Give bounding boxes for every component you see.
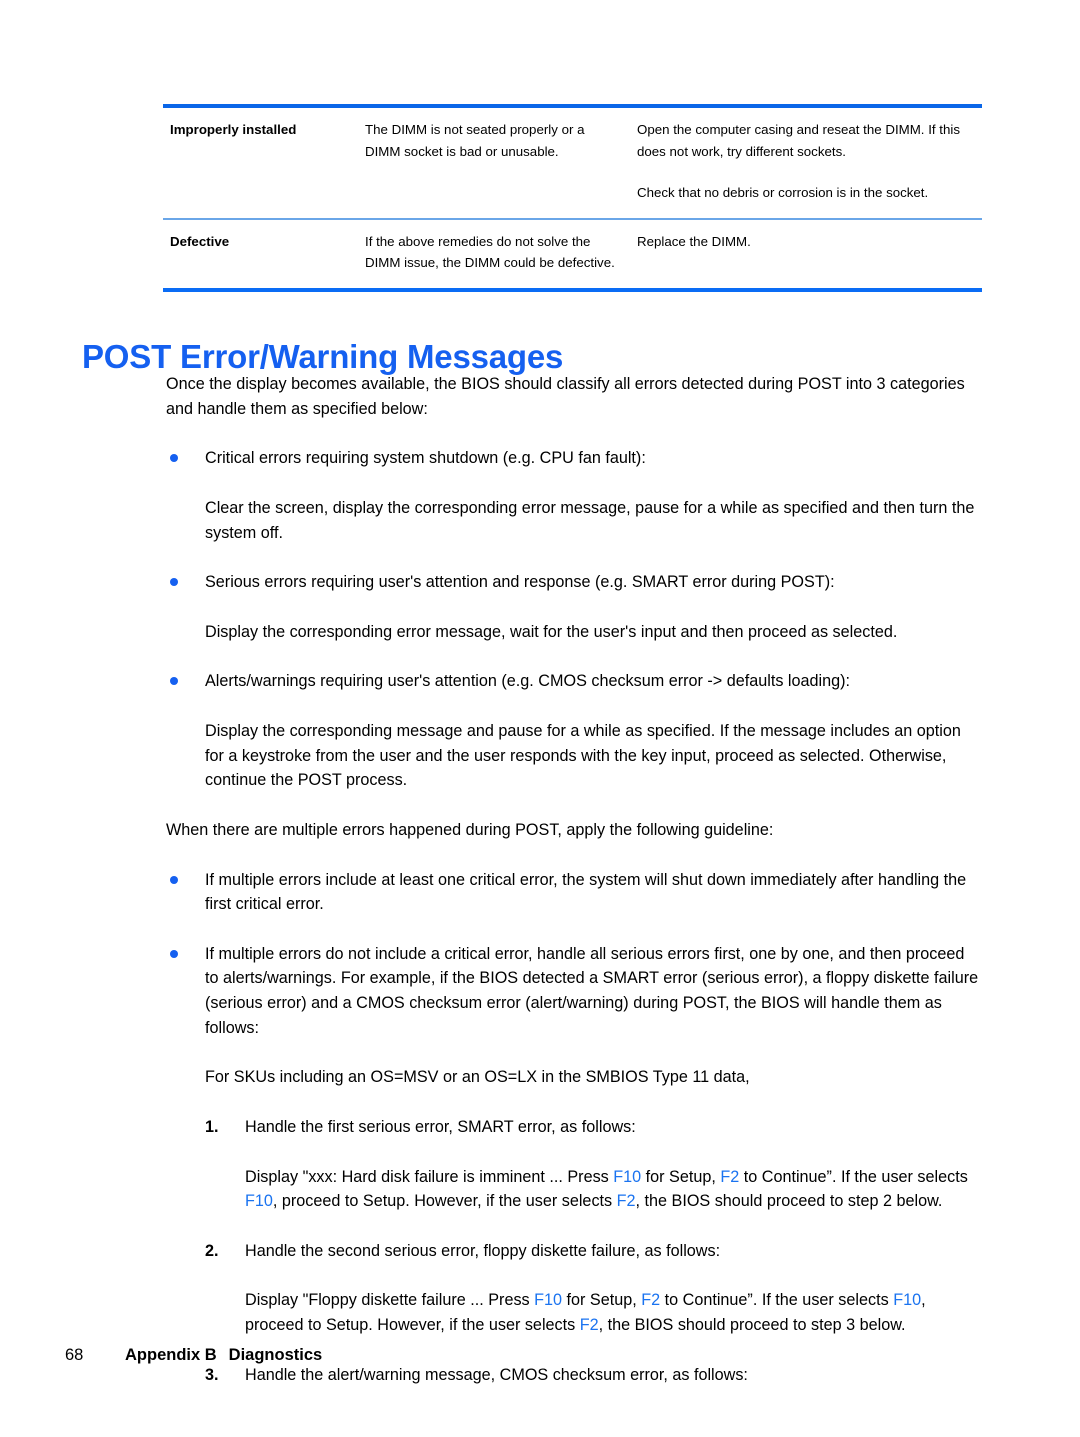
table-row: Improperly installed The DIMM is not sea… [163, 108, 982, 218]
footer-page-number: 68 [65, 1346, 84, 1364]
list-item-label: Handle the first serious error, SMART er… [245, 1117, 636, 1136]
intro-paragraph: Once the display becomes available, the … [166, 375, 965, 418]
list-item-label: Critical errors requiring system shutdow… [205, 449, 646, 468]
bullet-dot-icon [170, 454, 178, 463]
text-run: , the BIOS should proceed to step 3 belo… [598, 1316, 906, 1334]
text-run: , proceed to Setup. However, if the user… [272, 1192, 617, 1211]
list-item-label: Handle the alert/warning message, CMOS c… [245, 1365, 748, 1384]
footer-chapter: Diagnostics [228, 1346, 323, 1364]
function-key-reference: F10 [613, 1167, 642, 1186]
bullet-dot-icon [170, 949, 178, 958]
bullet-dot-icon [170, 875, 178, 884]
function-key-reference: F2 [579, 1316, 599, 1334]
step-detail: Display "Floppy diskette failure ... Pre… [166, 1288, 982, 1337]
text-run: to Continue”. If the user selects [739, 1167, 968, 1186]
category-detail: Clear the screen, display the correspond… [205, 498, 975, 542]
function-key-reference: F10 [893, 1291, 922, 1310]
list-item-label: Alerts/warnings requiring user's attenti… [205, 672, 851, 691]
remedy-paragraph: Replace the DIMM. [637, 233, 751, 249]
text-run: for Setup, [641, 1167, 721, 1186]
list-item-label: Serious errors requiring user's attentio… [205, 573, 835, 592]
numbered-list-item: 1. Handle the first serious error, SMART… [166, 1115, 982, 1140]
table-cell-remedy: Open the computer casing and reseat the … [637, 108, 982, 218]
list-item: Critical errors requiring system shutdow… [166, 446, 982, 471]
function-key-reference: F2 [720, 1167, 740, 1186]
list-item-label: If multiple errors include at least one … [205, 870, 967, 914]
list-item-label: Handle the second serious error, floppy … [245, 1241, 721, 1260]
function-key-reference: F10 [534, 1291, 563, 1310]
list-item-number: 1. [205, 1117, 219, 1136]
bullet-dot-icon [170, 578, 178, 587]
category-detail: Display the corresponding error message,… [205, 622, 898, 641]
body-content: Once the display becomes available, the … [166, 372, 982, 1412]
table-row: Defective If the above remedies do not s… [163, 217, 982, 288]
numbered-list-item: 3. Handle the alert/warning message, CMO… [166, 1363, 982, 1388]
list-item: Serious errors requiring user's attentio… [166, 570, 982, 595]
text-run: for Setup, [562, 1291, 642, 1310]
page-title: POST Error/Warning Messages [82, 338, 564, 376]
page-footer: 68 Appendix B Diagnostics [65, 1346, 322, 1365]
list-item-number: 3. [205, 1365, 219, 1384]
function-key-reference: F2 [616, 1192, 636, 1211]
text-run: to Continue”. If the user selects [660, 1291, 894, 1310]
dimm-troubleshooting-table: Improperly installed The DIMM is not sea… [163, 104, 982, 292]
remedy-paragraph: Check that no debris or corrosion is in … [637, 185, 929, 201]
category-detail: Display the corresponding message and pa… [205, 722, 961, 790]
table-cell-description: If the above remedies do not solve the D… [365, 233, 615, 271]
function-key-reference: F10 [245, 1192, 273, 1211]
table-cell-remedy: Replace the DIMM. [637, 220, 982, 267]
text-run: Display "Floppy diskette failure ... Pre… [245, 1291, 535, 1310]
text-run: , the BIOS should proceed to step 2 belo… [635, 1192, 943, 1211]
step-detail: Display "xxx: Hard disk failure is immin… [166, 1165, 982, 1214]
function-key-reference: F2 [641, 1291, 661, 1310]
footer-appendix: Appendix B [125, 1346, 217, 1364]
table-cell-cause: Defective [170, 233, 230, 249]
text-run: Display "xxx: Hard disk failure is immin… [245, 1167, 614, 1186]
document-page: Improperly installed The DIMM is not sea… [0, 0, 1080, 1437]
list-item-number: 2. [205, 1241, 219, 1260]
list-item: If multiple errors do not include a crit… [166, 942, 982, 1041]
numbered-list-item: 2. Handle the second serious error, flop… [166, 1239, 982, 1264]
list-item-label: If multiple errors do not include a crit… [205, 944, 979, 1037]
list-item: If multiple errors include at least one … [166, 868, 982, 917]
sku-note: For SKUs including an OS=MSV or an OS=LX… [205, 1068, 750, 1087]
remedy-paragraph: Open the computer casing and reseat the … [637, 122, 960, 159]
table-cell-description: The DIMM is not seated properly or a DIM… [365, 122, 585, 159]
table-cell-cause: Improperly installed [170, 122, 297, 137]
bullet-dot-icon [170, 677, 178, 686]
multi-error-intro: When there are multiple errors happened … [166, 820, 774, 839]
list-item: Alerts/warnings requiring user's attenti… [166, 669, 982, 694]
